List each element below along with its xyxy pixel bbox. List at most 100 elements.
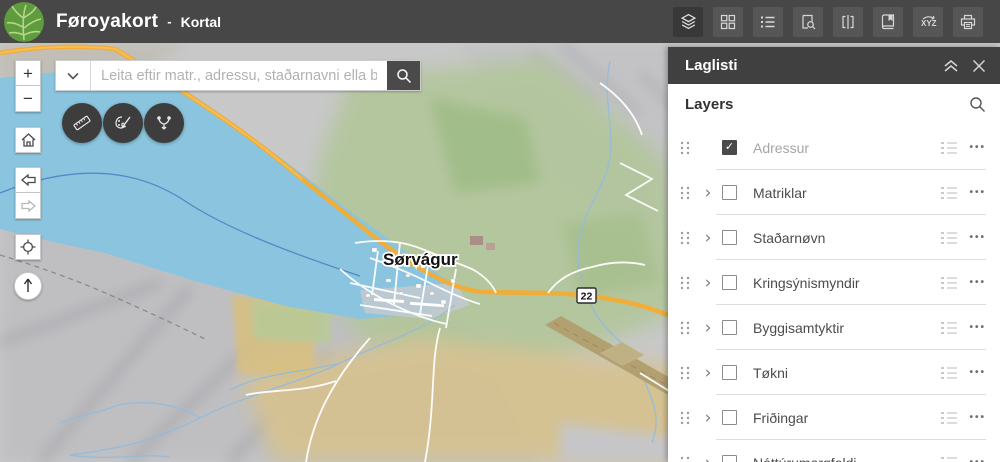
layer-options-button[interactable]: ••• [969, 367, 986, 378]
layer-label[interactable]: Friðingar [753, 410, 808, 426]
app-header: Føroyakort - Kortal [0, 0, 1000, 43]
share-button[interactable] [144, 103, 184, 143]
expand-chevron-icon[interactable]: › [705, 366, 712, 380]
layer-legend-button[interactable] [941, 231, 957, 245]
measure-button[interactable] [62, 103, 102, 143]
legend-widget-button[interactable] [753, 7, 783, 37]
layer-legend-button[interactable] [941, 411, 957, 425]
layer-row: › Kringsýnismyndir ••• [668, 260, 1000, 305]
zoom-out-button[interactable]: − [15, 86, 41, 112]
road-shield: 22 [577, 288, 596, 303]
basemap-gallery-button[interactable] [713, 7, 743, 37]
layers-widget-button[interactable] [673, 7, 703, 37]
layer-options-button[interactable]: ••• [969, 142, 986, 153]
layer-visibility-checkbox[interactable]: ✓ [722, 140, 737, 155]
layer-legend-button[interactable] [941, 276, 957, 290]
layer-label[interactable]: Staðarnøvn [753, 230, 825, 246]
expand-chevron-icon[interactable]: › [705, 321, 712, 335]
measure-ruler-icon [72, 113, 92, 133]
locate-icon [20, 239, 36, 255]
layer-visibility-checkbox[interactable] [722, 275, 737, 290]
layer-label[interactable]: Náttúrumargfeldi [753, 455, 857, 462]
compass-arrow-icon [21, 278, 35, 294]
collapse-panel-button[interactable] [943, 59, 959, 73]
minus-icon: − [23, 90, 33, 107]
app-subtitle: Kortal [181, 14, 221, 30]
coordinates-xyz-icon: XYZ [920, 14, 937, 30]
layer-legend-icon [941, 141, 957, 155]
layer-visibility-checkbox[interactable] [722, 320, 737, 335]
layer-label[interactable]: Tøkni [753, 365, 788, 381]
layer-list-panel: Laglisti Layers ✓Adressur•••›Matriklar••… [668, 47, 1000, 462]
expand-chevron-icon[interactable]: › [705, 456, 712, 462]
expand-chevron-icon[interactable]: › [705, 411, 712, 425]
next-extent-button[interactable] [15, 193, 41, 219]
layer-legend-button[interactable] [941, 141, 957, 155]
coordinates-widget-button[interactable]: XYZ [913, 7, 943, 37]
layer-legend-button[interactable] [941, 186, 957, 200]
layer-label[interactable]: Adressur [753, 140, 809, 156]
drag-handle-icon[interactable] [680, 141, 690, 155]
layer-label[interactable]: Kringsýnismyndir [753, 275, 860, 291]
query-widget-button[interactable] [793, 7, 823, 37]
layer-options-button[interactable]: ••• [969, 322, 986, 333]
bookmark-widget-button[interactable] [873, 7, 903, 37]
layer-options-button[interactable]: ••• [969, 232, 986, 243]
svg-text:22: 22 [581, 291, 593, 303]
layer-legend-button[interactable] [941, 321, 957, 335]
layer-search-button[interactable] [969, 96, 986, 113]
drag-handle-icon[interactable] [680, 186, 690, 200]
expand-chevron-icon[interactable]: › [705, 231, 712, 245]
layer-options-button[interactable]: ••• [969, 187, 986, 198]
place-label: Sørvágur [383, 250, 458, 269]
app-title: Føroyakort [56, 11, 158, 33]
layer-visibility-checkbox[interactable] [722, 455, 737, 462]
locate-button[interactable] [15, 234, 41, 260]
layer-options-button[interactable]: ••• [969, 277, 986, 288]
drag-handle-icon[interactable] [680, 231, 690, 245]
draw-icon [113, 113, 133, 133]
layer-legend-button[interactable] [941, 366, 957, 380]
layer-row: › Friðingar ••• [668, 395, 1000, 440]
layer-row: › Tøkni ••• [668, 350, 1000, 395]
layer-visibility-checkbox[interactable] [722, 185, 737, 200]
expand-chevron-icon[interactable]: › [705, 186, 712, 200]
previous-extent-button[interactable] [15, 167, 41, 193]
search-source-dropdown[interactable] [56, 61, 91, 90]
layer-legend-icon [941, 321, 957, 335]
draw-button[interactable] [103, 103, 143, 143]
search-button[interactable] [387, 61, 420, 90]
layers-section-header: Layers [668, 84, 1000, 125]
home-button[interactable] [15, 127, 41, 153]
large-building [470, 236, 483, 245]
swipe-widget-button[interactable] [833, 7, 863, 37]
expand-chevron-icon[interactable]: › [705, 276, 712, 290]
query-icon [800, 14, 816, 30]
drag-handle-icon[interactable] [680, 321, 690, 335]
layer-label[interactable]: Byggisamtyktir [753, 320, 844, 336]
layer-visibility-checkbox[interactable] [722, 410, 737, 425]
compass-button[interactable] [14, 272, 42, 300]
print-widget-button[interactable] [953, 7, 983, 37]
layer-row: › Náttúrumargfeldi ••• [668, 440, 1000, 462]
layer-visibility-checkbox[interactable] [722, 365, 737, 380]
back-arrow-icon [21, 174, 36, 186]
layer-legend-icon [941, 186, 957, 200]
zoom-in-button[interactable]: + [15, 60, 41, 86]
print-icon [960, 14, 976, 30]
layer-legend-button[interactable] [941, 456, 957, 462]
layer-options-button[interactable]: ••• [969, 457, 986, 462]
search-icon [969, 96, 986, 113]
layer-label[interactable]: Matriklar [753, 185, 807, 201]
layer-legend-icon [941, 411, 957, 425]
layer-legend-icon [941, 366, 957, 380]
drag-handle-icon[interactable] [680, 456, 690, 462]
drag-handle-icon[interactable] [680, 276, 690, 290]
layer-visibility-checkbox[interactable] [722, 230, 737, 245]
close-panel-button[interactable] [972, 59, 986, 73]
layer-options-button[interactable]: ••• [969, 412, 986, 423]
search-input[interactable] [91, 61, 387, 90]
layer-list: ✓Adressur•••›Matriklar•••›Staðarnøvn•••›… [668, 125, 1000, 462]
drag-handle-icon[interactable] [680, 411, 690, 425]
drag-handle-icon[interactable] [680, 366, 690, 380]
